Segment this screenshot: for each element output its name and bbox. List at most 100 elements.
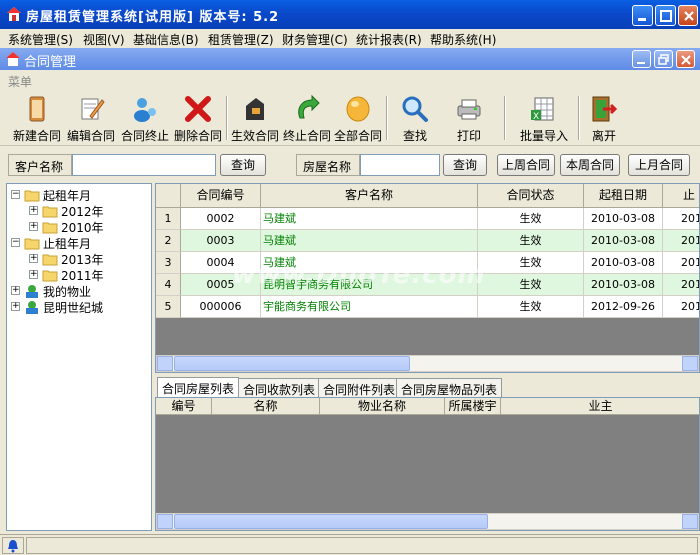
inner-close-button[interactable] xyxy=(676,50,695,68)
collapse-icon[interactable]: − xyxy=(11,238,20,247)
active-contract-button[interactable]: 生效合同 xyxy=(229,92,281,144)
folder-icon xyxy=(42,206,58,218)
search-bar: 客户名称 查询 房屋名称 查询 上周合同 本周合同 上月合同 xyxy=(0,150,700,180)
menu-bar: 系统管理(S) 视图(V) 基础信息(B) 租赁管理(Z) 财务管理(C) 统计… xyxy=(0,29,700,48)
last-week-button[interactable]: 上周合同 xyxy=(497,154,555,176)
column-header[interactable]: 起租日期 xyxy=(584,184,663,208)
detail-grid: 编号 名称 物业名称 所属楼宇 业主 xyxy=(155,397,700,531)
expand-icon[interactable]: + xyxy=(29,206,38,215)
column-header[interactable]: 止 xyxy=(663,184,699,208)
close-icon xyxy=(684,11,694,21)
expand-icon[interactable]: + xyxy=(29,254,38,263)
folder-icon xyxy=(42,222,58,234)
menu-finance[interactable]: 财务管理(C) xyxy=(282,31,348,48)
app-house-icon xyxy=(7,7,21,21)
menu-strip-label[interactable]: 菜单 xyxy=(8,73,32,90)
detail-horizontal-scrollbar[interactable] xyxy=(156,513,699,530)
ended-contract-button[interactable]: 终止合同 xyxy=(281,92,333,144)
ended-contract-icon xyxy=(298,94,320,119)
toolbar-separator xyxy=(226,96,228,140)
inner-restore-button[interactable] xyxy=(654,50,673,68)
house-name-input[interactable] xyxy=(360,154,440,176)
column-header[interactable]: 合同状态 xyxy=(478,184,584,208)
edit-contract-button[interactable]: 编辑合同 xyxy=(64,92,118,144)
this-week-button[interactable]: 本周合同 xyxy=(560,154,620,176)
customer-name-input[interactable] xyxy=(72,154,216,176)
column-header[interactable]: 编号 xyxy=(156,398,212,415)
new-contract-button[interactable]: 新建合同 xyxy=(10,92,64,144)
grid-horizontal-scrollbar[interactable] xyxy=(156,355,699,372)
expand-icon[interactable]: + xyxy=(11,286,20,295)
folder-icon xyxy=(24,190,40,202)
column-header[interactable]: 客户名称 xyxy=(261,184,478,208)
menu-system[interactable]: 系统管理(S) xyxy=(8,31,73,48)
all-contracts-button[interactable]: 全部合同 xyxy=(333,92,383,144)
expand-icon[interactable]: + xyxy=(29,222,38,231)
tab-contract-payments[interactable]: 合同收款列表 xyxy=(238,378,321,398)
svg-text:X: X xyxy=(533,112,539,122)
status-bar xyxy=(0,534,700,555)
all-contracts-icon xyxy=(346,96,370,122)
status-message xyxy=(26,537,698,554)
toolbar-separator xyxy=(578,96,580,140)
house-query-button[interactable]: 查询 xyxy=(443,154,487,176)
watermark: www.DuoTe.com xyxy=(232,260,486,290)
status-cell xyxy=(2,537,24,554)
scroll-right-icon[interactable] xyxy=(682,356,698,371)
menu-reports[interactable]: 统计报表(R) xyxy=(356,31,422,48)
folder-icon xyxy=(42,270,58,282)
column-header[interactable]: 物业名称 xyxy=(320,398,445,415)
window-title: 房屋租赁管理系统[试用版] 版本号: 5.2 xyxy=(26,10,280,25)
maximize-button[interactable] xyxy=(655,5,676,26)
inner-window-title-bar: 合同管理 xyxy=(0,48,700,70)
detail-tabs: 合同房屋列表 合同收款列表 合同附件列表 合同房屋物品列表 xyxy=(155,377,700,398)
close-button[interactable] xyxy=(678,5,698,26)
minimize-button[interactable] xyxy=(632,5,653,26)
inner-app-icon xyxy=(6,52,20,66)
property-icon xyxy=(26,301,38,314)
minimize-icon xyxy=(637,62,645,64)
customer-name-label: 客户名称 xyxy=(8,154,72,176)
menu-view[interactable]: 视图(V) xyxy=(83,31,125,48)
toolbar-separator xyxy=(504,96,506,140)
search-button[interactable]: 查找 xyxy=(392,92,438,144)
menu-help[interactable]: 帮助系统(H) xyxy=(430,31,496,48)
house-name-label: 房屋名称 xyxy=(296,154,360,176)
table-row[interactable]: 5 000006 宇能商务有限公司 生效 2012-09-26 201 xyxy=(156,296,699,318)
scroll-left-icon[interactable] xyxy=(157,514,173,529)
column-header[interactable]: 业主 xyxy=(501,398,699,415)
scroll-right-icon[interactable] xyxy=(682,514,698,529)
menu-lease[interactable]: 租赁管理(Z) xyxy=(208,31,274,48)
terminate-contract-button[interactable]: 合同终止 xyxy=(118,92,172,144)
toolbar-separator xyxy=(386,96,388,140)
collapse-icon[interactable]: − xyxy=(11,190,20,199)
expand-icon[interactable]: + xyxy=(29,270,38,279)
row-number-header xyxy=(156,184,181,208)
scroll-left-icon[interactable] xyxy=(157,356,173,371)
last-month-button[interactable]: 上月合同 xyxy=(628,154,690,176)
menu-basic-info[interactable]: 基础信息(B) xyxy=(133,31,199,48)
scroll-thumb[interactable] xyxy=(174,514,488,529)
tab-contract-attachments[interactable]: 合同附件列表 xyxy=(318,378,401,398)
folder-icon xyxy=(24,238,40,250)
tab-contract-items[interactable]: 合同房屋物品列表 xyxy=(396,378,503,398)
customer-query-button[interactable]: 查询 xyxy=(220,154,266,176)
print-button[interactable]: 打印 xyxy=(444,92,494,144)
tab-contract-houses[interactable]: 合同房屋列表 xyxy=(157,377,240,398)
table-row[interactable]: 1 0002 马建斌 生效 2010-03-08 201 xyxy=(156,208,699,230)
folder-icon xyxy=(42,254,58,266)
column-header[interactable]: 合同编号 xyxy=(181,184,261,208)
expand-icon[interactable]: + xyxy=(11,302,20,311)
inner-window-title: 合同管理 xyxy=(24,55,77,70)
grid-header: 合同编号 客户名称 合同状态 起租日期 止 xyxy=(156,184,699,208)
column-header[interactable]: 所属楼宇 xyxy=(445,398,501,415)
table-row[interactable]: 2 0003 马建斌 生效 2010-03-08 201 xyxy=(156,230,699,252)
inner-minimize-button[interactable] xyxy=(632,50,651,68)
batch-import-button[interactable]: X 批量导入 xyxy=(514,92,574,144)
new-contract-icon xyxy=(29,96,45,122)
menu-strip: 菜单 xyxy=(0,70,700,90)
exit-button[interactable]: 离开 xyxy=(584,92,624,144)
delete-contract-button[interactable]: 删除合同 xyxy=(172,92,224,144)
column-header[interactable]: 名称 xyxy=(212,398,320,415)
scroll-thumb[interactable] xyxy=(174,356,410,371)
